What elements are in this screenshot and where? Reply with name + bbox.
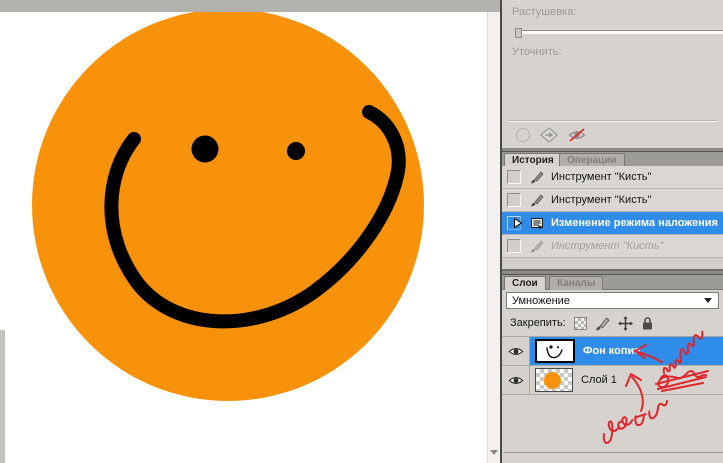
- layer-row-layer1[interactable]: Слой 1: [502, 366, 723, 395]
- smiley-left-eye: [192, 136, 219, 163]
- masks-panel: Растушевка: Уточнить:: [502, 0, 723, 150]
- layer-thumbnail[interactable]: [535, 368, 573, 392]
- layers-list: Фон копия Слой 1: [502, 336, 723, 395]
- refine-label: Уточнить:: [512, 46, 562, 58]
- layer-visibility-cell[interactable]: [502, 366, 530, 394]
- refine-edge-icon[interactable]: [540, 127, 558, 143]
- layer-name[interactable]: Слой 1: [581, 374, 617, 386]
- lock-transparency-icon[interactable]: [574, 317, 587, 330]
- feather-slider-thumb[interactable]: [515, 28, 522, 38]
- brush-icon: [530, 239, 544, 253]
- mini-smiley-icon: [539, 342, 571, 360]
- layer-name[interactable]: Фон копия: [583, 345, 641, 357]
- history-row-undone[interactable]: Инструмент "Кисть": [502, 235, 723, 258]
- history-row-selected[interactable]: Изменение режима наложения: [502, 212, 723, 235]
- history-tabbar: История Операции: [502, 151, 723, 167]
- tab-actions[interactable]: Операции: [559, 153, 625, 167]
- history-state-marker-icon[interactable]: [513, 217, 523, 229]
- history-source-checkbox[interactable]: [507, 193, 521, 207]
- history-source-checkbox[interactable]: [507, 239, 521, 253]
- orange-circle-icon: [544, 372, 561, 389]
- disable-mask-icon[interactable]: [568, 128, 586, 142]
- tab-channels[interactable]: Каналы: [549, 276, 603, 290]
- vertical-scrollbar[interactable]: [487, 12, 500, 463]
- right-panel-column: Растушевка: Уточнить:: [500, 0, 723, 463]
- brush-icon: [530, 193, 544, 207]
- history-list: Инструмент "Кисть" Инструмент "Кисть": [502, 166, 723, 258]
- blend-mode-select[interactable]: Умножение: [506, 292, 719, 309]
- tab-history[interactable]: История: [504, 153, 562, 167]
- history-panel: История Операции Инструмент "Кисть": [502, 151, 723, 271]
- smiley-drawing: [0, 0, 487, 463]
- history-item-label: Инструмент "Кисть": [551, 240, 664, 252]
- layer-thumbnail[interactable]: [535, 339, 575, 363]
- lock-pixels-icon[interactable]: [595, 316, 610, 331]
- eye-icon[interactable]: [508, 375, 524, 386]
- feather-slider[interactable]: [518, 30, 723, 34]
- separator: [504, 452, 723, 453]
- tab-layers[interactable]: Слои: [504, 276, 546, 290]
- history-row[interactable]: Инструмент "Кисть": [502, 166, 723, 189]
- history-item-label: Инструмент "Кисть": [551, 171, 651, 183]
- document-canvas[interactable]: [0, 0, 487, 463]
- history-item-label: Инструмент "Кисть": [551, 194, 651, 206]
- lock-all-icon[interactable]: [641, 316, 654, 331]
- lock-row: Закрепить:: [510, 315, 654, 331]
- lock-label: Закрепить:: [510, 317, 566, 329]
- separator: [508, 120, 717, 122]
- selection-icon[interactable]: [516, 128, 530, 142]
- scroll-down-button[interactable]: [490, 450, 498, 455]
- layer-row-bg-copy[interactable]: Фон копия: [502, 337, 723, 366]
- lock-position-icon[interactable]: [618, 316, 633, 331]
- history-row[interactable]: Инструмент "Кисть": [502, 189, 723, 212]
- layers-tabbar: Слои Каналы: [502, 274, 723, 290]
- blend-mode-value: Умножение: [512, 295, 704, 307]
- smiley-face-circle: [32, 9, 424, 401]
- layer-visibility-cell[interactable]: [502, 337, 530, 365]
- photoshop-window: Растушевка: Уточнить:: [0, 0, 723, 463]
- chevron-down-icon: [704, 298, 712, 303]
- document-window-left-edge: [0, 330, 5, 463]
- layers-panel: Слои Каналы Умножение Закрепить:: [502, 274, 723, 463]
- feather-label: Растушевка:: [512, 6, 576, 18]
- blend-mode-change-icon: [530, 216, 544, 230]
- brush-icon: [530, 170, 544, 184]
- history-source-checkbox[interactable]: [507, 170, 521, 184]
- history-item-label: Изменение режима наложения: [551, 217, 718, 229]
- eye-icon[interactable]: [508, 346, 524, 357]
- smiley-right-eye: [287, 142, 305, 160]
- document-window-top-edge: [0, 0, 500, 12]
